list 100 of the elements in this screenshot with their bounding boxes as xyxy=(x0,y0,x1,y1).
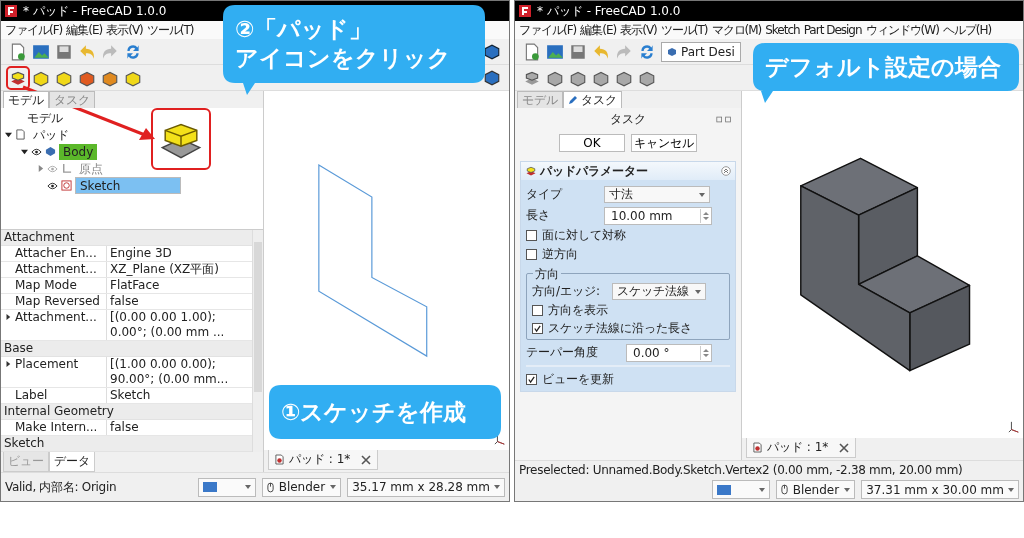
property-value[interactable]: XZ_Plane (XZ平面) xyxy=(107,262,252,277)
refresh-icon[interactable] xyxy=(638,42,656,61)
dropdown[interactable]: 寸法 xyxy=(604,186,710,203)
save-icon[interactable] xyxy=(569,42,587,61)
new-document-icon[interactable] xyxy=(9,42,27,61)
tree-item-icon xyxy=(61,180,72,191)
caret-icon xyxy=(244,485,251,489)
dialog-button[interactable]: キャンセル xyxy=(631,134,697,152)
color-swatch xyxy=(716,484,731,495)
property-name: Make Intern... xyxy=(15,420,98,435)
menu-item[interactable]: ウィンドウ(W) xyxy=(865,21,939,39)
menu-item[interactable]: ファイル(F) xyxy=(519,21,577,39)
navigation-dropdown[interactable]: Blender xyxy=(261,477,342,497)
property-name: Map Mode xyxy=(15,278,77,293)
open-image-icon[interactable] xyxy=(32,42,50,61)
property-name: Attachment... xyxy=(15,310,97,325)
axis-icon xyxy=(1008,420,1020,434)
callout-text: ①スケッチを作成 xyxy=(281,397,468,427)
app-logo-icon xyxy=(519,5,531,17)
panel-tab[interactable]: データ xyxy=(49,452,95,472)
cube-icon[interactable] xyxy=(483,42,501,61)
property-value[interactable]: Engine 3D xyxy=(107,246,252,261)
panel-tab[interactable]: タスク xyxy=(563,91,622,108)
spin-field[interactable]: 10.00 mm xyxy=(604,206,712,225)
new-document-icon[interactable] xyxy=(523,42,541,61)
menu-item[interactable]: マクロ(M) xyxy=(711,21,762,39)
dimensions-dropdown[interactable]: 37.31 mm x 30.00 mm xyxy=(861,480,1019,499)
color-dropdown[interactable] xyxy=(197,477,256,497)
cube-icon[interactable] xyxy=(483,68,501,87)
menu-item[interactable]: 編集(E) xyxy=(580,21,617,39)
menu-item[interactable]: ヘルプ(H) xyxy=(942,21,992,39)
tree-item[interactable]: 原点 xyxy=(75,160,107,177)
pad-icon[interactable] xyxy=(9,68,27,87)
property-name: Placement xyxy=(15,357,79,372)
menu-item[interactable]: 表示(V) xyxy=(106,21,143,39)
document-icon xyxy=(753,442,762,453)
expand-arrow-icon[interactable] xyxy=(5,314,11,320)
checkbox-label: スケッチ法線に沿った長さ xyxy=(548,320,692,337)
tree-item[interactable]: Body xyxy=(59,143,98,160)
close-icon[interactable] xyxy=(839,442,850,453)
tree-item[interactable]: Sketch xyxy=(75,177,181,194)
expand-arrow-icon[interactable] xyxy=(5,131,12,138)
tree-item[interactable]: パッド xyxy=(29,126,73,143)
field-label: タイプ xyxy=(526,186,564,203)
close-icon[interactable] xyxy=(361,454,372,465)
menu-item[interactable]: 編集(E) xyxy=(66,21,103,39)
dimensions-dropdown[interactable]: 35.17 mm x 28.28 mm xyxy=(347,477,505,497)
menu-item[interactable]: Sketch xyxy=(765,23,800,37)
property-value[interactable]: [(0.00 0.00 1.00); 0.00°; (0.00 mm ... xyxy=(107,310,252,340)
field-label: 長さ xyxy=(526,207,551,224)
spinner-arrows-icon[interactable] xyxy=(700,208,711,223)
panel-tab[interactable]: モデル xyxy=(3,91,49,108)
open-image-icon[interactable] xyxy=(546,42,564,61)
property-value[interactable]: false xyxy=(107,420,252,435)
property-group: Base xyxy=(1,341,252,357)
eye-icon[interactable] xyxy=(31,147,42,156)
menu-item[interactable]: Part Design xyxy=(803,23,862,37)
property-value[interactable]: FlatFace xyxy=(107,278,252,293)
collapse-icon[interactable] xyxy=(721,166,731,176)
window-buttons-icon[interactable] xyxy=(716,116,732,123)
app-logo-icon xyxy=(5,5,17,17)
property-group: Internal Geometry xyxy=(1,404,252,420)
menu-item[interactable]: ツール(T) xyxy=(660,21,708,39)
panel-header: タスク xyxy=(610,111,646,128)
checkbox[interactable] xyxy=(526,249,537,260)
expand-arrow-icon[interactable] xyxy=(21,148,28,155)
workbench-dropdown[interactable]: Part Desi xyxy=(661,41,741,62)
tree-item-icon xyxy=(61,163,72,174)
expand-arrow-icon[interactable] xyxy=(5,361,11,367)
menu-item[interactable]: 表示(V) xyxy=(620,21,657,39)
dropdown[interactable]: スケッチ法線 xyxy=(612,283,706,300)
caret-icon xyxy=(699,192,705,197)
spin-field[interactable]: 0.00 ° xyxy=(626,343,712,362)
menu-item[interactable]: ファイル(F) xyxy=(5,21,63,39)
status-text: Preselected: Unnamed.Body.Sketch.Vertex2 (0.00 mm, -2.38 mm, 20.00 mm) xyxy=(519,463,964,478)
property-value[interactable]: Sketch xyxy=(107,388,252,403)
property-name: Attachment... xyxy=(15,262,97,277)
checkbox[interactable] xyxy=(526,373,537,385)
checkmark-icon xyxy=(527,374,536,384)
group-title: 方向 xyxy=(533,266,561,283)
navigation-dropdown[interactable]: Blender xyxy=(775,480,856,499)
checkbox[interactable] xyxy=(532,323,543,334)
save-icon[interactable] xyxy=(55,42,73,61)
property-value[interactable]: false xyxy=(107,294,252,309)
scrollbar[interactable] xyxy=(252,230,263,452)
spinner-arrows-icon[interactable] xyxy=(700,345,711,360)
document-tab[interactable]: パッド : 1* xyxy=(268,450,379,470)
mouse-icon xyxy=(266,481,274,493)
status-text: Valid, 内部名: Origin xyxy=(5,479,118,495)
document-tab[interactable]: パッド : 1* xyxy=(746,438,857,458)
refresh-icon[interactable] xyxy=(124,42,142,61)
eye-icon[interactable] xyxy=(47,181,58,190)
caret-icon xyxy=(758,487,765,492)
color-dropdown[interactable] xyxy=(711,480,770,499)
caret-icon xyxy=(330,485,337,489)
checkbox[interactable] xyxy=(532,305,543,316)
checkbox[interactable] xyxy=(526,230,537,241)
dialog-button[interactable]: OK xyxy=(559,134,625,152)
menu-item[interactable]: ツール(T) xyxy=(146,21,194,39)
property-value[interactable]: [(1.00 0.00 0.00); 90.00°; (0.00 mm... xyxy=(107,357,252,387)
